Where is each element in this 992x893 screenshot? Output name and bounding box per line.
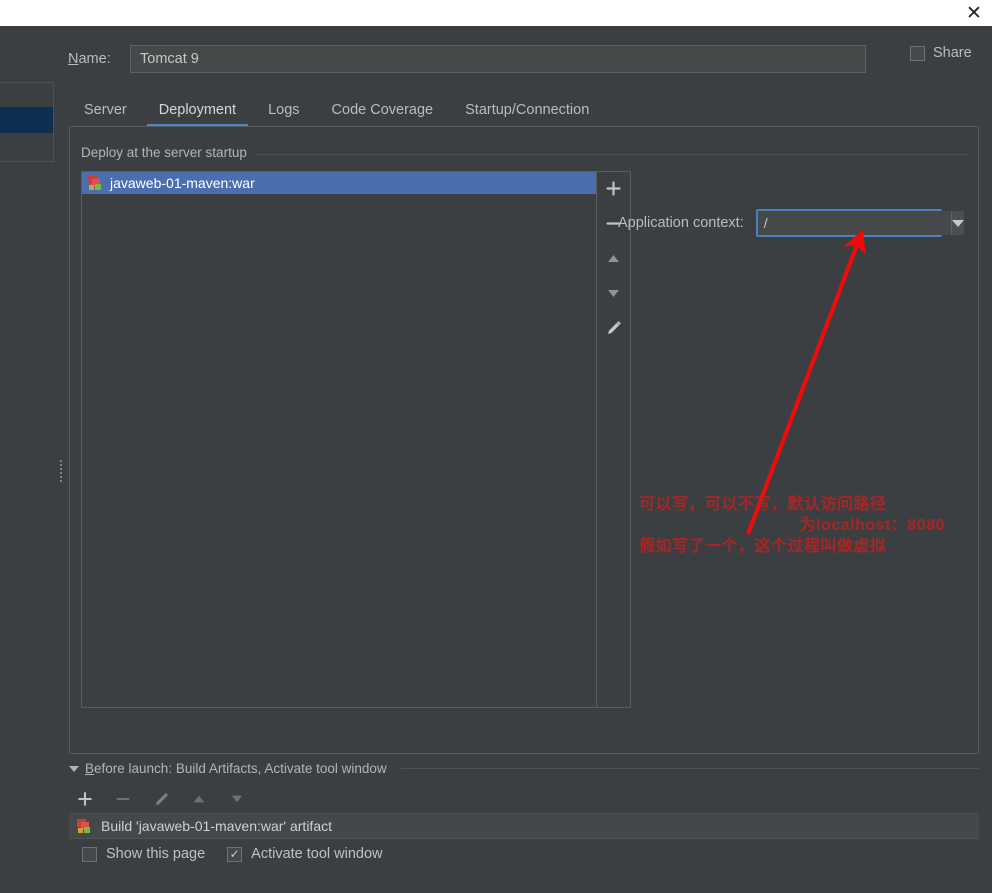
run-configuration-dialog: Name: Share Server Deployment Logs Code … bbox=[54, 26, 992, 893]
tab-server[interactable]: Server bbox=[68, 98, 143, 127]
add-button[interactable] bbox=[601, 176, 627, 200]
before-launch-header: Before launch: Build Artifacts, Activate… bbox=[69, 761, 979, 776]
before-launch-title: Before launch: Build Artifacts, Activate… bbox=[85, 761, 387, 776]
tab-logs[interactable]: Logs bbox=[252, 98, 315, 127]
splitter-dot bbox=[60, 480, 62, 482]
before-launch-divider bbox=[400, 768, 979, 769]
activate-tool-window-label: Activate tool window bbox=[251, 846, 383, 862]
name-label: Name: bbox=[68, 51, 130, 67]
deployment-artifact-list[interactable]: javaweb-01-maven:war bbox=[81, 171, 597, 708]
share-checkbox[interactable] bbox=[910, 45, 925, 61]
splitter-dot bbox=[60, 468, 62, 470]
task-move-up-button[interactable] bbox=[188, 788, 210, 810]
before-launch-options: Show this page Activate tool window bbox=[82, 846, 383, 862]
collapse-triangle-icon[interactable] bbox=[69, 765, 79, 772]
remove-task-button[interactable] bbox=[112, 788, 134, 810]
config-tabs: Server Deployment Logs Code Coverage Sta… bbox=[68, 94, 978, 127]
artifact-list-toolbar bbox=[597, 171, 631, 708]
show-this-page-checkbox[interactable] bbox=[82, 846, 97, 862]
chevron-down-icon[interactable] bbox=[950, 211, 964, 235]
application-context-row: Application context: bbox=[618, 209, 964, 237]
before-launch-mnemonic: B bbox=[85, 761, 95, 776]
splitter-dot bbox=[60, 476, 62, 478]
list-item-label: javaweb-01-maven:war bbox=[110, 175, 255, 191]
before-launch-task-row[interactable]: Build 'javaweb-01-maven:war' artifact bbox=[69, 813, 979, 839]
name-row: Name: bbox=[68, 44, 978, 74]
before-launch-task-label: Build 'javaweb-01-maven:war' artifact bbox=[101, 818, 332, 834]
splitter-dot bbox=[60, 472, 62, 474]
add-task-button[interactable] bbox=[74, 788, 96, 810]
activate-tool-window-checkbox[interactable] bbox=[227, 846, 243, 862]
activate-tool-window-row[interactable]: Activate tool window bbox=[227, 846, 383, 862]
move-up-button[interactable] bbox=[601, 246, 627, 270]
move-down-button[interactable] bbox=[601, 281, 627, 305]
before-launch-title-rest: efore launch: Build Artifacts, Activate … bbox=[94, 761, 387, 776]
edit-button[interactable] bbox=[601, 316, 627, 340]
share-checkbox-row[interactable]: Share bbox=[910, 45, 972, 61]
splitter-dot bbox=[60, 464, 62, 466]
application-context-combobox[interactable] bbox=[755, 209, 964, 237]
tab-code-coverage[interactable]: Code Coverage bbox=[316, 98, 450, 127]
show-this-page-row[interactable]: Show this page bbox=[82, 846, 205, 862]
before-launch-toolbar bbox=[74, 786, 248, 812]
name-label-rest: ame: bbox=[78, 51, 111, 67]
deployment-panel: Deploy at the server startup javaweb-01-… bbox=[69, 126, 979, 754]
tab-deployment[interactable]: Deployment bbox=[143, 98, 252, 127]
show-this-page-label: Show this page bbox=[106, 846, 206, 862]
edit-task-button[interactable] bbox=[150, 788, 172, 810]
deploy-section-title: Deploy at the server startup bbox=[81, 145, 255, 160]
window-titlebar: ✕ bbox=[0, 0, 992, 26]
task-move-down-button[interactable] bbox=[226, 788, 248, 810]
war-artifact-icon bbox=[88, 175, 103, 191]
name-input[interactable] bbox=[130, 45, 866, 73]
name-label-mnemonic: N bbox=[68, 51, 79, 67]
war-artifact-icon bbox=[77, 818, 92, 834]
splitter-dot bbox=[60, 460, 62, 462]
left-config-list[interactable] bbox=[0, 82, 54, 162]
panel-splitter-handle[interactable] bbox=[57, 451, 65, 491]
application-context-label: Application context: bbox=[618, 215, 744, 231]
application-context-input[interactable] bbox=[757, 211, 951, 235]
close-icon[interactable]: ✕ bbox=[962, 1, 986, 25]
left-config-panel bbox=[0, 26, 55, 893]
tab-startup-connection[interactable]: Startup/Connection bbox=[449, 98, 605, 127]
left-config-selected-row[interactable] bbox=[0, 107, 53, 133]
list-item[interactable]: javaweb-01-maven:war bbox=[82, 172, 596, 194]
share-label: Share bbox=[933, 45, 972, 61]
